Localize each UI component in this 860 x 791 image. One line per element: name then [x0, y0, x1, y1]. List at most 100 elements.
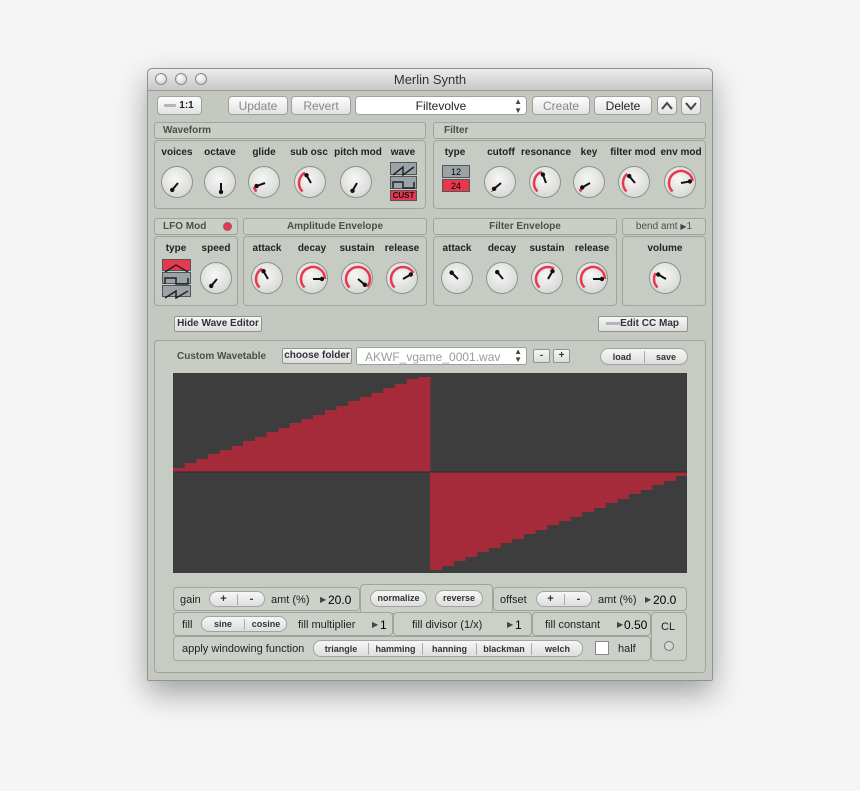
cutoff-knob[interactable] — [484, 166, 516, 198]
lfo-type-label: type — [165, 243, 187, 254]
bend-amount-control[interactable]: bend amt ▶1 — [622, 218, 706, 235]
lfo-square-button[interactable] — [162, 272, 191, 285]
fenv-release-knob[interactable] — [576, 262, 608, 294]
gain-plus-button[interactable]: + — [210, 592, 237, 606]
reverse-button[interactable]: reverse — [435, 590, 483, 607]
create-button[interactable]: Create — [532, 96, 590, 115]
wave-bar — [500, 472, 513, 543]
wave-saw-button[interactable] — [390, 162, 417, 177]
fill-divisor-label: fill divisor (1/x) — [412, 619, 483, 631]
gain-minus-button[interactable]: - — [238, 592, 265, 606]
knob-graphic — [667, 169, 695, 193]
fenv-sustain-knob[interactable] — [531, 262, 563, 294]
fill-constant-group: fill constant ▶ 0.50 — [532, 612, 651, 636]
cl-label: CL — [661, 621, 676, 633]
offset-group: offset + - amt (%) ▶ 20.0 — [493, 587, 687, 611]
resonance-knob[interactable] — [529, 166, 561, 198]
waveform-panel: voices octave glide sub osc pitch mod wa… — [154, 140, 426, 209]
window-welch-button[interactable]: welch — [532, 642, 583, 656]
env-mod-knob[interactable] — [664, 166, 696, 198]
wavetable-title: Custom Wavetable — [177, 351, 267, 362]
filter-panel: type cutoff resonance key filter mod env… — [433, 140, 706, 209]
wavetable-next-button[interactable]: + — [553, 349, 570, 363]
fill-sine-button[interactable]: sine — [202, 617, 244, 631]
save-button[interactable]: save — [645, 350, 687, 364]
wave-bar — [336, 406, 349, 472]
knob-graphic — [495, 269, 504, 280]
square-wave-icon — [392, 181, 415, 189]
fill-cosine-button[interactable]: cosine — [245, 617, 287, 631]
lfo-saw-button[interactable] — [162, 285, 191, 300]
half-checkbox[interactable] — [595, 641, 609, 655]
glide-knob[interactable] — [248, 166, 280, 198]
filter-type-12-button[interactable]: 12 — [442, 165, 470, 178]
preset-select[interactable]: Filtevolve ▲ ▼ — [355, 96, 527, 115]
wavetable-file-select[interactable]: AKWF_vgame_0001.wav ▲ ▼ — [356, 347, 527, 365]
preset-value: Filtevolve — [415, 99, 467, 113]
amp-release-knob[interactable] — [386, 262, 418, 294]
window-hamming-button[interactable]: hamming — [369, 642, 422, 656]
normalize-reverse-group: normalize reverse — [360, 584, 493, 614]
knob-pointer-tip — [170, 187, 175, 193]
title-bar: Merlin Synth — [148, 69, 712, 91]
key-knob[interactable] — [573, 166, 605, 198]
preset-down-button[interactable] — [681, 96, 701, 115]
wave-square-button[interactable] — [390, 176, 417, 189]
choose-folder-button[interactable]: choose folder — [282, 348, 352, 364]
synth-window: Merlin Synth 1:1 Update Revert Filtevolv… — [147, 68, 713, 681]
wave-bar — [535, 472, 548, 530]
hide-wave-editor-button[interactable]: Hide Wave Editor — [174, 316, 262, 332]
sub-osc-knob[interactable] — [294, 166, 326, 198]
octave-knob[interactable] — [204, 166, 236, 198]
voices-knob[interactable] — [161, 166, 193, 198]
lfo-active-led[interactable] — [223, 222, 232, 231]
delete-button[interactable]: Delete — [594, 96, 652, 115]
offset-amt-value[interactable]: 20.0 — [653, 593, 676, 607]
amp-decay-knob[interactable] — [296, 262, 328, 294]
volume-knob[interactable] — [649, 262, 681, 294]
fenv-decay-knob[interactable] — [486, 262, 518, 294]
wavetable-display[interactable] — [173, 373, 687, 573]
knob-pointer-tip — [491, 186, 497, 191]
wavetable-prev-button[interactable]: - — [533, 349, 550, 363]
wave-bar — [394, 384, 408, 472]
gain-amt-value[interactable]: 20.0 — [328, 593, 351, 607]
wavetable-file-value: AKWF_vgame_0001.wav — [365, 350, 501, 364]
fill-divisor-value[interactable]: 1 — [515, 618, 522, 632]
fenv-attack-knob[interactable] — [441, 262, 473, 294]
offset-plus-button[interactable]: + — [537, 592, 564, 606]
wave-bar — [371, 393, 384, 472]
knob-graphic — [652, 272, 667, 289]
revert-button[interactable]: Revert — [291, 96, 351, 115]
update-button[interactable]: Update — [228, 96, 288, 115]
amp-sustain-knob[interactable] — [341, 262, 373, 294]
edit-cc-map-label: Edit CC Map — [620, 318, 679, 329]
window-triangle-button[interactable]: triangle — [314, 642, 368, 656]
fill-constant-value[interactable]: 0.50 — [624, 618, 647, 632]
clear-radio[interactable] — [664, 641, 674, 651]
fill-multiplier-value[interactable]: 1 — [380, 618, 387, 632]
window-blackman-button[interactable]: blackman — [477, 642, 531, 656]
wavetable-panel: Custom Wavetable choose folder AKWF_vgam… — [154, 340, 706, 673]
wave-bar — [289, 423, 302, 472]
normalize-button[interactable]: normalize — [370, 590, 427, 607]
filter-type-24-button[interactable]: 24 — [442, 179, 470, 192]
fenv-release-label: release — [574, 243, 610, 254]
wave-custom-button[interactable]: CUST — [390, 190, 417, 201]
edit-cc-map-button[interactable]: Edit CC Map — [598, 316, 688, 332]
amp-attack-knob[interactable] — [251, 262, 283, 294]
lfo-speed-knob[interactable] — [200, 262, 232, 294]
knob-pointer-tip — [599, 276, 605, 282]
amp-env-panel: attack decay sustain release — [243, 236, 427, 306]
window-hanning-button[interactable]: hanning — [423, 642, 476, 656]
offset-minus-button[interactable]: - — [565, 592, 592, 606]
knob-pointer-tip — [408, 272, 413, 277]
ratio-button[interactable]: 1:1 — [157, 96, 202, 115]
pitch-mod-knob[interactable] — [340, 166, 372, 198]
wave-bar — [441, 472, 454, 566]
filter-env-panel: attack decay sustain release — [433, 236, 617, 306]
preset-up-button[interactable] — [657, 96, 677, 115]
filter-mod-knob[interactable] — [618, 166, 650, 198]
load-button[interactable]: load — [601, 350, 643, 364]
lfo-triangle-button[interactable] — [162, 259, 191, 273]
